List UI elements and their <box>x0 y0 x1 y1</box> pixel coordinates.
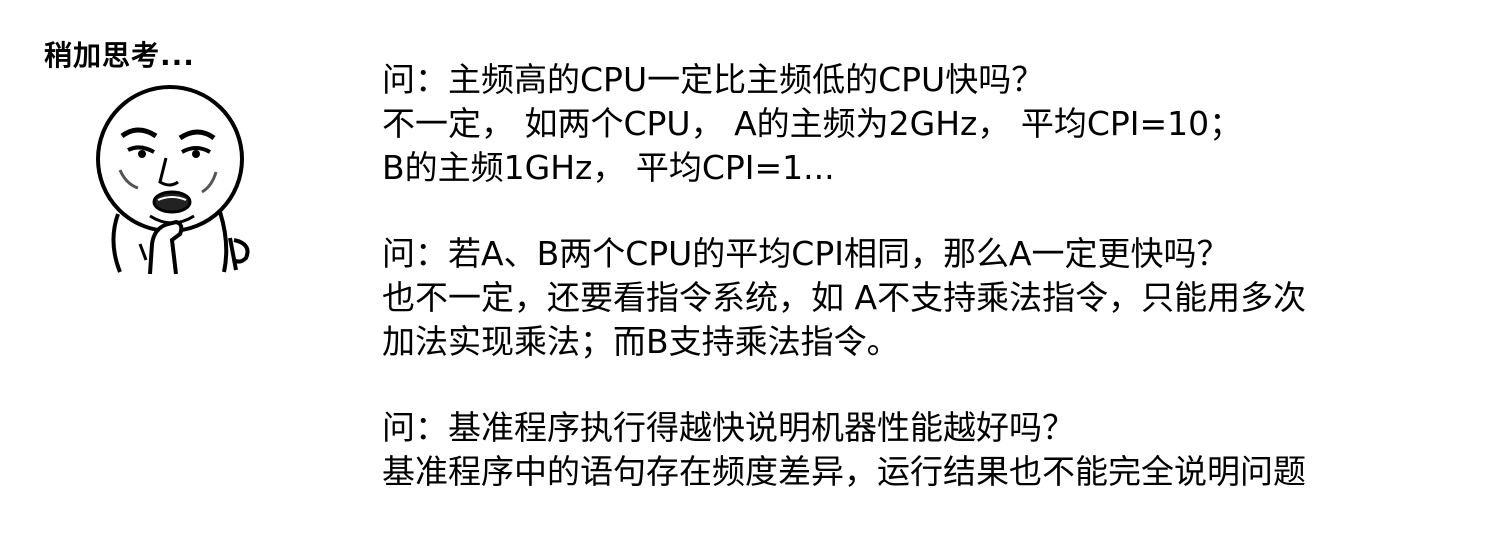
meme-body <box>111 213 122 273</box>
answer-2-line-1: 也不一定，还要看指令系统，如 A不支持乘法指令，只能用多次 <box>382 278 1307 317</box>
answer-1-line-2: B的主频1GHz， 平均CPI=1... <box>382 148 835 187</box>
answer-3-line-1: 基准程序中的语句存在频度差异，运行结果也不能完全说明问题 <box>382 452 1306 491</box>
answer-1-line-1: 不一定， 如两个CPU， A的主频为2GHz， 平均CPI=10； <box>382 104 1243 143</box>
question-1: 问：主频高的CPU一定比主频低的CPU快吗？ <box>382 60 1045 99</box>
thinking-meme: 稍加思考... <box>40 34 280 284</box>
qa-content: 问：主频高的CPU一定比主频低的CPU快吗？ 不一定， 如两个CPU， A的主频… <box>382 58 1462 494</box>
thinking-face-meme-icon <box>96 85 250 274</box>
question-3: 问：基准程序执行得越快说明机器性能越好吗？ <box>382 408 1075 447</box>
meme-mouth <box>152 190 192 214</box>
answer-2-line-2: 加法实现乘法；而B支持乘法指令。 <box>382 322 900 361</box>
meme-caption: 稍加思考... <box>44 39 195 72</box>
question-2: 问：若A、B两个CPU的平均CPI相同，那么A一定更快吗？ <box>382 234 1230 273</box>
